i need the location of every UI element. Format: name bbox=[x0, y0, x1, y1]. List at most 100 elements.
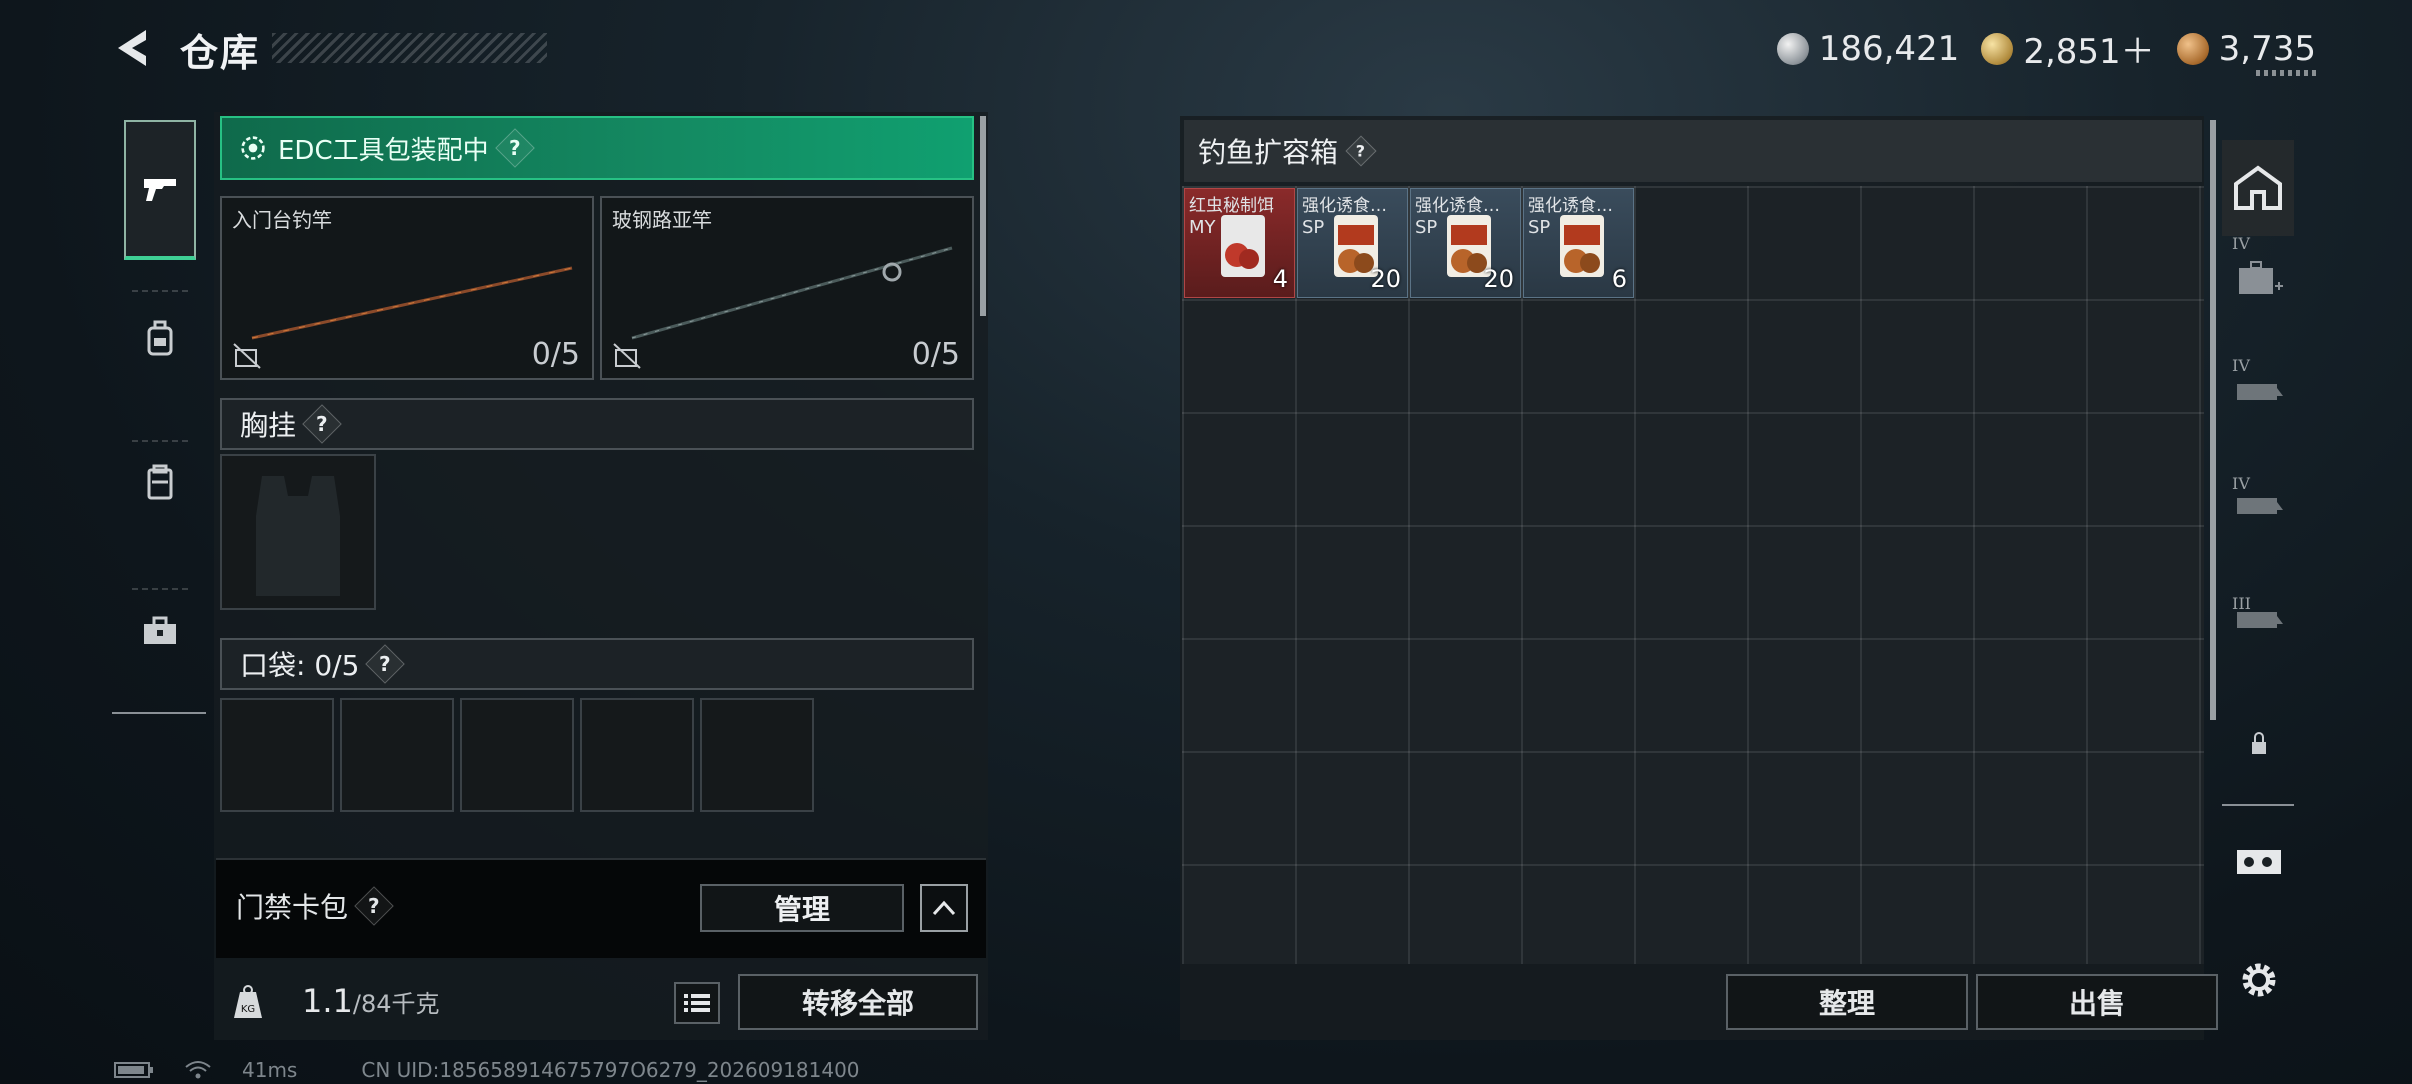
pockets-label: 口袋: 0/5 bbox=[240, 649, 360, 682]
keycard-header: 门禁卡包 ? bbox=[236, 886, 394, 926]
edc-status-text: EDC工具包装配中 bbox=[278, 135, 489, 166]
left-category-nav bbox=[112, 108, 206, 714]
storage-grid[interactable] bbox=[1182, 186, 2204, 964]
item-name: 强化诱食… bbox=[1528, 196, 1613, 216]
tier-label: III bbox=[2232, 594, 2251, 613]
sell-button[interactable]: 出售 bbox=[1976, 974, 2218, 1030]
storage-title: 钓鱼扩容箱 bbox=[1198, 136, 1339, 169]
nav-tab-backpack[interactable] bbox=[124, 268, 196, 408]
carry-weight-capacity: /84千克 bbox=[352, 990, 440, 1018]
rod-name: 入门台钓竿 bbox=[232, 208, 332, 232]
bait-bag-icon bbox=[1221, 215, 1265, 277]
item-count: 6 bbox=[1611, 265, 1627, 293]
nav-tab-vest[interactable] bbox=[124, 412, 196, 552]
help-icon[interactable]: ? bbox=[354, 886, 394, 926]
sort-button[interactable]: 整理 bbox=[1726, 974, 1968, 1030]
currency-silver-value: 186,421 bbox=[1818, 28, 1960, 69]
storage-item[interactable]: 强化诱食… SP 6 bbox=[1523, 188, 1634, 298]
rod-slot-2[interactable]: 玻钢路亚竿 0/5 bbox=[600, 196, 974, 380]
pocket-slot[interactable] bbox=[460, 698, 574, 812]
item-count: 4 bbox=[1272, 265, 1288, 293]
chest-rig-slot[interactable] bbox=[220, 454, 376, 610]
pistol-icon bbox=[144, 179, 176, 201]
bronze-coin-icon bbox=[2176, 32, 2209, 65]
rod-bait-count: 0/5 bbox=[911, 337, 960, 372]
container-tab-locked[interactable] bbox=[2228, 694, 2290, 794]
lock-slash-icon bbox=[613, 343, 641, 369]
item-name: 强化诱食… bbox=[1415, 196, 1500, 216]
battery-icon bbox=[114, 1062, 153, 1078]
carry-weight-value: 1.1 bbox=[302, 982, 353, 1020]
loadout-scrollbar[interactable] bbox=[980, 116, 986, 316]
currency-silver[interactable]: 186,421 bbox=[1776, 28, 1960, 69]
container-tab-case-1[interactable] bbox=[2228, 338, 2290, 438]
toolbox-icon bbox=[144, 616, 176, 644]
collapse-button[interactable] bbox=[920, 884, 968, 932]
storage-header: 钓鱼扩容箱 ? bbox=[1184, 120, 2202, 182]
currency-gold[interactable]: 2,851＋ bbox=[1981, 24, 2155, 73]
carry-weight: 1.1/84千克 bbox=[302, 982, 440, 1020]
storage-item[interactable]: 强化诱食… SP 20 bbox=[1410, 188, 1521, 298]
tier-label: IV bbox=[2232, 474, 2250, 493]
silver-coin-icon bbox=[1776, 32, 1809, 65]
uid-text: CN UID:185658914675797O6279_202609181400 bbox=[361, 1058, 860, 1082]
gold-coin-icon bbox=[1981, 32, 2014, 65]
item-name: 强化诱食… bbox=[1302, 196, 1387, 216]
fishing-rod-image bbox=[251, 266, 573, 340]
currency-bronze-value: 3,735 bbox=[2218, 28, 2316, 69]
help-icon[interactable]: ? bbox=[494, 128, 535, 168]
container-tab-fishing-box[interactable] bbox=[2228, 812, 2290, 912]
help-icon[interactable]: ? bbox=[1345, 135, 1377, 167]
padlock-icon bbox=[2252, 732, 2266, 754]
page-title: 仓库 bbox=[180, 31, 261, 75]
nav-tab-toolkit[interactable] bbox=[124, 560, 196, 700]
chest-rig-label: 胸挂 bbox=[240, 409, 297, 442]
title-decoration bbox=[272, 33, 547, 63]
tier-label: IV bbox=[2232, 356, 2250, 375]
storage-scrollbar[interactable] bbox=[2210, 120, 2216, 720]
rod-slot-1[interactable]: 入门台钓竿 0/5 bbox=[220, 196, 594, 380]
pocket-slot[interactable] bbox=[340, 698, 454, 812]
gear-icon bbox=[2242, 963, 2276, 997]
pocket-slot[interactable] bbox=[700, 698, 814, 812]
wifi-icon bbox=[185, 1061, 211, 1079]
stash-home-icon bbox=[2234, 165, 2282, 210]
currency-bar: 186,421 2,851＋ 3,735 bbox=[1776, 24, 2316, 73]
transfer-all-button[interactable]: 转移全部 bbox=[738, 974, 978, 1030]
lock-slash-icon bbox=[233, 343, 261, 369]
item-tag: SP bbox=[1528, 217, 1551, 238]
list-icon bbox=[684, 994, 710, 1012]
nav-tab-weapon[interactable] bbox=[124, 120, 196, 260]
rod-bait-count: 0/5 bbox=[531, 337, 580, 372]
bait-bag-icon bbox=[1560, 215, 1604, 277]
pocket-slot[interactable] bbox=[220, 698, 334, 812]
pocket-slot[interactable] bbox=[580, 698, 694, 812]
help-icon[interactable]: ? bbox=[302, 404, 342, 444]
rod-name: 玻钢路亚竿 bbox=[612, 208, 712, 232]
item-tag: MY bbox=[1189, 217, 1216, 238]
settings-button[interactable] bbox=[2228, 930, 2290, 1030]
gear-badge-icon bbox=[241, 136, 265, 160]
vest-icon bbox=[147, 464, 173, 500]
fishing-box-icon bbox=[2237, 850, 2281, 874]
weight-kg-icon: KG bbox=[234, 985, 262, 1018]
backpack-icon bbox=[147, 320, 173, 356]
fishing-rod-image bbox=[631, 246, 953, 340]
back-button[interactable] bbox=[112, 26, 160, 70]
tier-label: IV bbox=[2232, 234, 2250, 253]
manage-button[interactable]: 管理 bbox=[700, 884, 904, 932]
container-tab-case-3[interactable] bbox=[2228, 566, 2290, 666]
storage-item[interactable]: 红虫秘制饵 MY 4 bbox=[1184, 188, 1295, 298]
ping-text: 41ms bbox=[242, 1058, 298, 1082]
currency-bronze[interactable]: 3,735 bbox=[2176, 28, 2316, 69]
container-tab-case-2[interactable] bbox=[2228, 452, 2290, 552]
container-tab-stash[interactable] bbox=[2222, 140, 2294, 236]
chevron-up-icon bbox=[932, 900, 956, 916]
storage-item[interactable]: 强化诱食… SP 20 bbox=[1297, 188, 1408, 298]
help-icon[interactable]: ? bbox=[365, 644, 406, 684]
pockets-header: 口袋: 0/5 ? bbox=[220, 638, 974, 690]
item-tag: SP bbox=[1302, 217, 1325, 238]
list-view-button[interactable] bbox=[674, 982, 720, 1024]
medical-case-icon bbox=[2239, 261, 2283, 294]
svg-text:KG: KG bbox=[241, 1004, 255, 1015]
